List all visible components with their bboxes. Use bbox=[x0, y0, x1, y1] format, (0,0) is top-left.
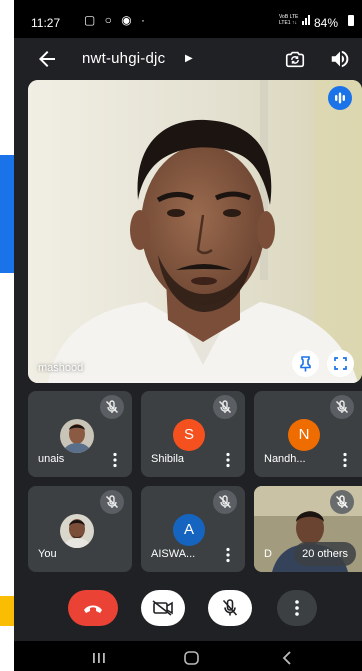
end-call-button[interactable] bbox=[68, 590, 118, 626]
android-nav-bar bbox=[14, 641, 362, 671]
signal-icon: VoB LTE LTE1 ↑↓ bbox=[279, 14, 310, 26]
avatar bbox=[60, 514, 94, 548]
others-count-pill[interactable]: 20 others bbox=[294, 542, 356, 566]
letter-avatar: A bbox=[173, 514, 205, 546]
meeting-code[interactable]: nwt-uhgi-djc bbox=[82, 50, 165, 67]
participant-tile-nandh[interactable]: N Nandh... bbox=[254, 391, 362, 477]
participant-name: Shibila bbox=[151, 453, 185, 465]
fullscreen-button[interactable] bbox=[327, 350, 354, 377]
network-indicator: VoB LTE LTE1 ↑↓ bbox=[279, 12, 313, 28]
muted-mic-icon bbox=[213, 490, 237, 514]
avatar bbox=[60, 419, 94, 453]
background-app-yellow-bar bbox=[0, 596, 14, 626]
pin-icon bbox=[300, 356, 311, 372]
main-speaker-name: mashood bbox=[38, 362, 84, 374]
status-time: 11:27 bbox=[31, 16, 61, 30]
pin-button[interactable] bbox=[292, 350, 319, 377]
participant-name: AISWA... bbox=[151, 548, 196, 560]
muted-mic-icon bbox=[100, 395, 124, 419]
nav-buttons bbox=[93, 651, 291, 665]
meeting-details-caret-icon[interactable]: ▶ bbox=[185, 53, 193, 64]
status-bar: 11:27 ▢ ○ ◉ · VoB LTE LTE1 ↑↓ 84% bbox=[14, 0, 362, 38]
letter-avatar: S bbox=[173, 419, 205, 451]
screenshot: 11:27 ▢ ○ ◉ · VoB LTE LTE1 ↑↓ 84% nwt-uh… bbox=[0, 0, 362, 671]
switch-camera-icon[interactable] bbox=[284, 48, 306, 70]
letter-avatar: N bbox=[288, 419, 320, 451]
main-speaker-video[interactable]: mashood bbox=[28, 80, 362, 383]
muted-mic-icon bbox=[330, 395, 354, 419]
back-arrow-icon[interactable] bbox=[35, 47, 59, 71]
background-app-blue-bar bbox=[0, 155, 14, 273]
participant-name: unais bbox=[38, 453, 65, 465]
muted-mic-icon bbox=[330, 490, 354, 514]
participant-tile-you[interactable]: You bbox=[28, 486, 132, 572]
participant-tile-aiswa[interactable]: A AISWA... bbox=[141, 486, 245, 572]
notification-icons: ▢ ○ ◉ · bbox=[84, 13, 149, 27]
phone-screen: 11:27 ▢ ○ ◉ · VoB LTE LTE1 ↑↓ 84% nwt-uh… bbox=[14, 0, 362, 671]
home-icon[interactable] bbox=[184, 651, 199, 665]
more-vert-icon[interactable] bbox=[112, 452, 118, 468]
participant-name: You bbox=[38, 548, 57, 560]
speaker-video-feed bbox=[28, 80, 362, 383]
phone-hangup-icon bbox=[84, 605, 102, 613]
camera-off-button[interactable] bbox=[141, 590, 185, 626]
recent-apps-icon[interactable] bbox=[93, 653, 105, 663]
svg-text:LTE1 ↑↓: LTE1 ↑↓ bbox=[279, 20, 297, 26]
muted-mic-icon bbox=[213, 395, 237, 419]
mic-off-button[interactable] bbox=[208, 590, 252, 626]
more-vert-icon[interactable] bbox=[342, 452, 348, 468]
camera-off-icon bbox=[152, 600, 173, 616]
speaker-icon[interactable] bbox=[329, 48, 351, 70]
participant-name: D bbox=[264, 548, 272, 560]
meeting-top-bar: nwt-uhgi-djc ▶ bbox=[14, 38, 362, 80]
audio-bars-icon bbox=[335, 92, 345, 104]
battery-percent: 84% bbox=[314, 16, 339, 30]
battery-icon bbox=[348, 15, 354, 26]
mic-off-icon bbox=[222, 599, 238, 616]
muted-mic-icon bbox=[100, 490, 124, 514]
more-vert-icon[interactable] bbox=[225, 452, 231, 468]
more-options-button[interactable] bbox=[277, 590, 317, 626]
fullscreen-icon bbox=[334, 357, 347, 370]
participant-name: Nandh... bbox=[264, 453, 306, 465]
back-nav-icon[interactable] bbox=[282, 651, 291, 665]
participant-tile-unais[interactable]: unais bbox=[28, 391, 132, 477]
participant-tile-overflow[interactable]: D 20 others bbox=[254, 486, 362, 572]
participant-tile-shibila[interactable]: S Shibila bbox=[141, 391, 245, 477]
more-vert-icon[interactable] bbox=[225, 547, 231, 563]
more-vert-icon bbox=[295, 600, 299, 616]
speaking-indicator-icon bbox=[328, 86, 352, 110]
